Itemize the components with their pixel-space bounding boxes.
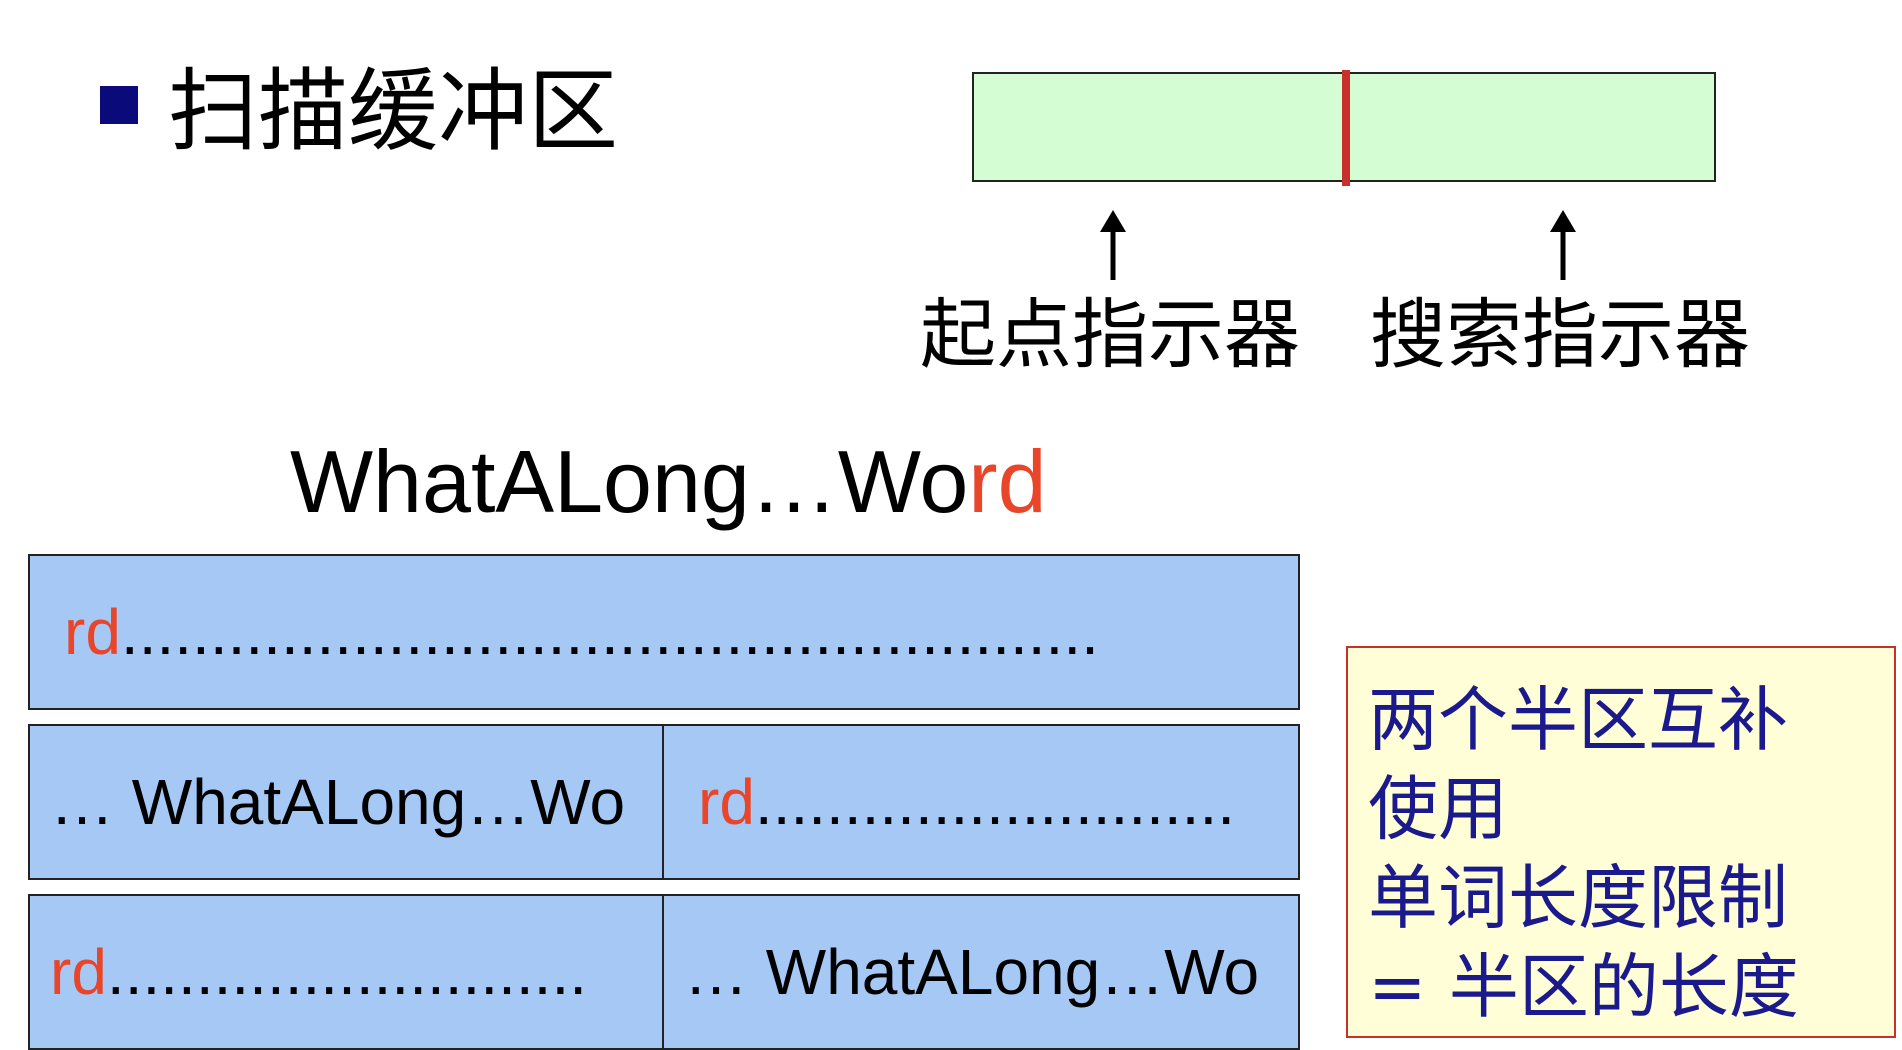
start-pointer-label: 起点指示器 [920,290,1300,379]
row-3-right-text: … WhatALong…Wo [684,936,1260,1008]
note-line-1: 两个半区互补 [1368,679,1788,761]
start-pointer-arrow-icon [1100,210,1126,280]
word-red-part: rd [968,432,1047,531]
row-3-left-red-text: rd [50,936,107,1008]
note-line-2: 使用 [1368,768,1508,850]
note-line-3: 单词长度限制 [1368,857,1788,939]
search-pointer-arrow-icon [1550,210,1576,280]
row-2-left-half: … WhatALong…Wo [30,726,664,878]
row-1-red-text: rd [64,596,121,668]
note-box: 两个半区互补 使用 单词长度限制 = 半区的长度 [1346,646,1896,1038]
note-line-4: = 半区的长度 [1368,946,1799,1028]
bullet-square-icon [100,86,138,124]
row-1-cell: rd......................................… [30,556,1298,708]
row-2-right-half: rd........................... [664,726,1298,878]
row-2-right-text: ........................... [754,766,1235,838]
scan-buffer [972,70,1716,186]
search-pointer-label: 搜索指示器 [1370,290,1750,379]
buffer-divider [1342,70,1350,186]
row-3-right-half: … WhatALong…Wo [664,896,1298,1048]
example-word: WhatALong…Word [290,432,1047,532]
row-3-left-text: ........................... [106,936,587,1008]
row-2-left-text: … WhatALong…Wo [50,766,626,838]
buffer-row-2: … WhatALong…Wo rd.......................… [28,724,1300,880]
row-2-right-red-text: rd [698,766,755,838]
word-black-part: WhatALong…Wo [290,432,969,531]
slide-title: 扫描缓冲区 [168,59,618,164]
row-3-left-half: rd........................... [30,896,664,1048]
buffer-row-3: rd........................... … WhatALon… [28,894,1300,1050]
buffer-row-1: rd......................................… [28,554,1300,710]
row-1-text: ........................................… [120,596,1099,668]
